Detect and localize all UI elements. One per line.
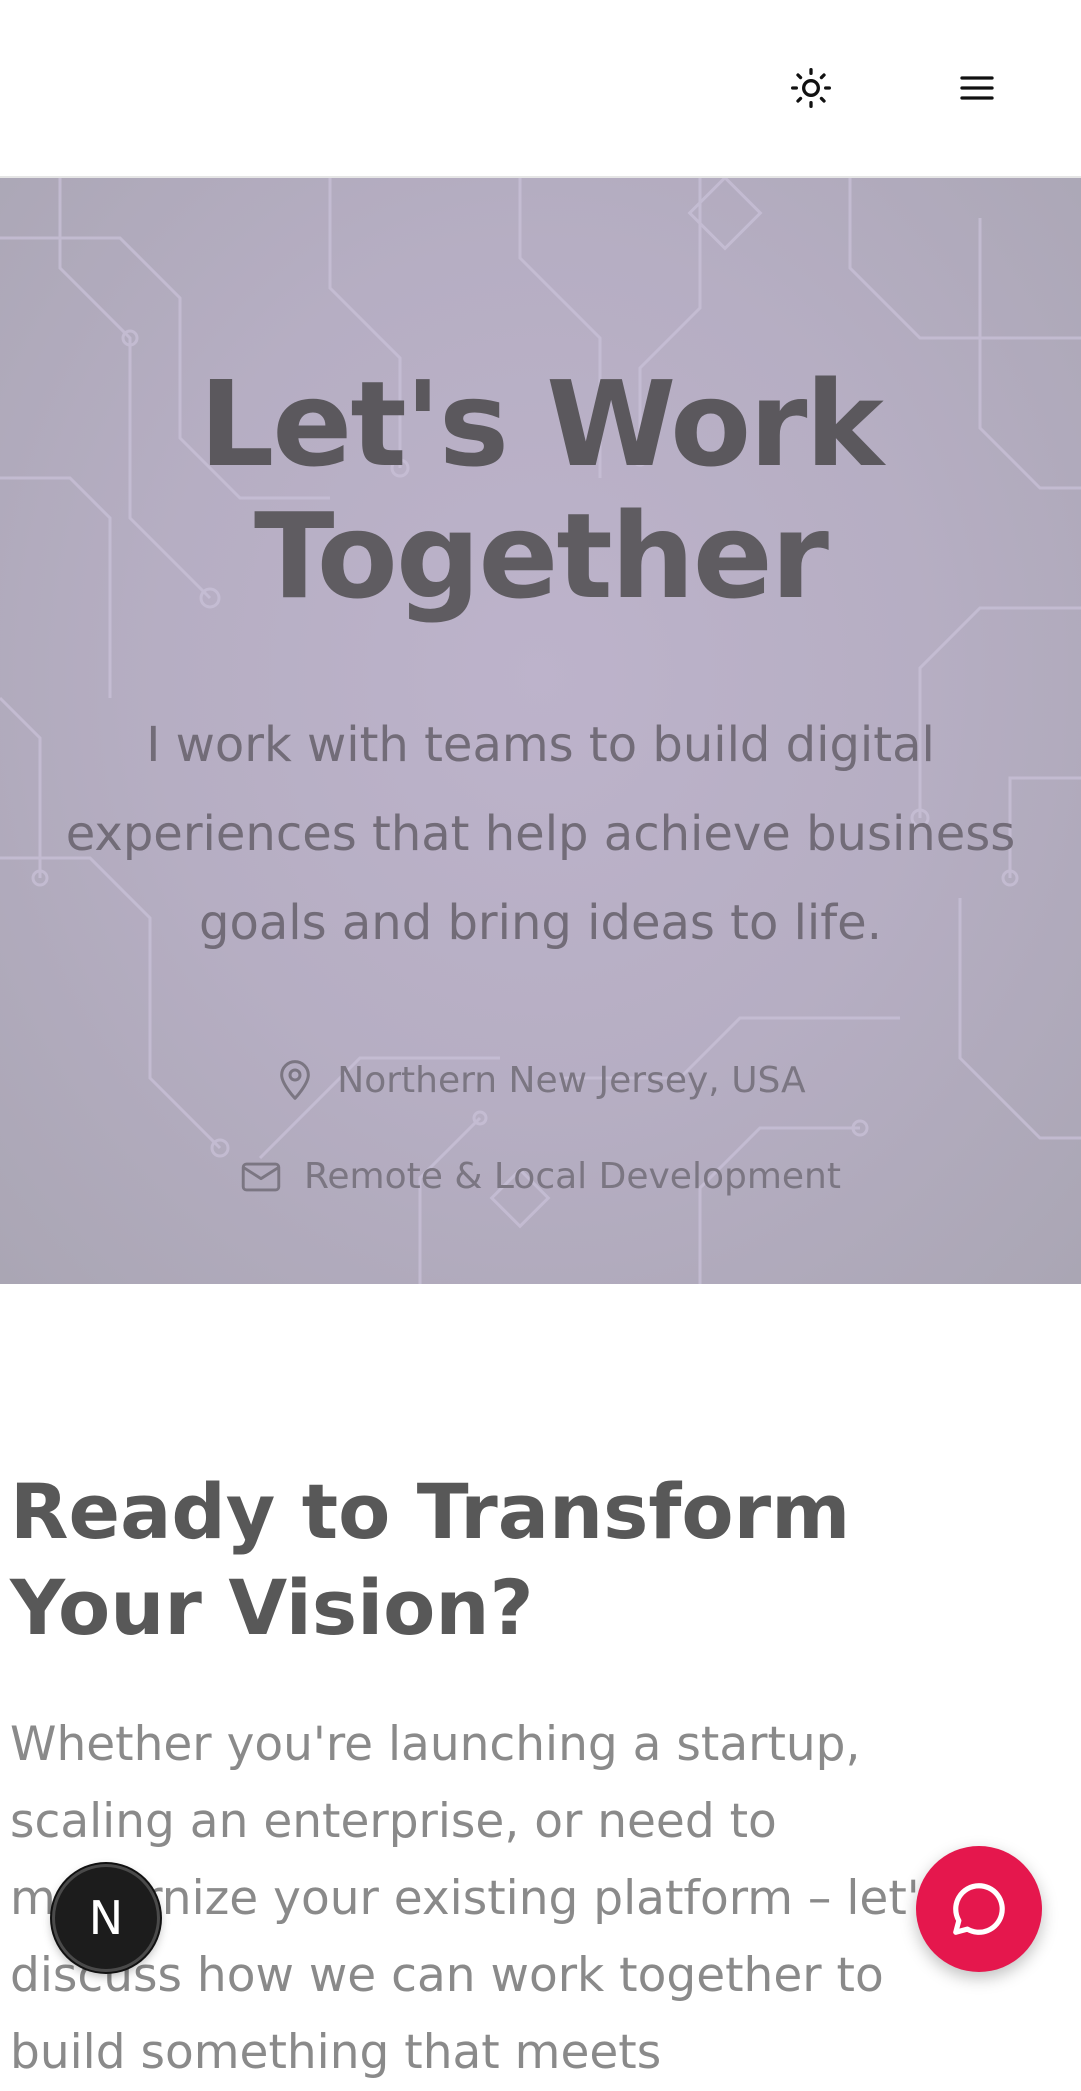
hero-section: Let's Work Together I work with teams to…	[0, 178, 1081, 1284]
hero-title-line1: Let's Work	[199, 355, 884, 493]
hero-title: Let's Work Together	[0, 358, 1081, 622]
section-body: Whether you're launching a startup, scal…	[10, 1717, 945, 2080]
badge-letter: N	[88, 1891, 124, 1945]
chat-button[interactable]	[916, 1846, 1042, 1972]
chat-bubble-icon	[953, 1883, 1005, 1935]
hero-subtitle: I work with teams to build digital exper…	[65, 717, 1016, 951]
nextjs-dev-badge[interactable]: N	[52, 1864, 160, 1972]
location-row: Northern New Jersey, USA	[0, 1058, 1081, 1102]
theme-toggle-button[interactable]	[781, 58, 841, 118]
map-pin-icon	[280, 1060, 311, 1100]
mail-icon	[241, 1162, 281, 1191]
sun-icon	[791, 68, 831, 108]
hero-title-line2: Together	[253, 487, 829, 625]
section-title: Ready to Transform Your Vision?	[10, 1467, 851, 1652]
availability-text: Remote & Local Development	[304, 1156, 841, 1197]
availability-row: Remote & Local Development	[0, 1156, 1081, 1197]
top-navigation-bar	[0, 0, 1081, 178]
location-text: Northern New Jersey, USA	[337, 1059, 806, 1101]
menu-button[interactable]	[947, 58, 1007, 118]
hamburger-menu-icon	[960, 76, 994, 100]
